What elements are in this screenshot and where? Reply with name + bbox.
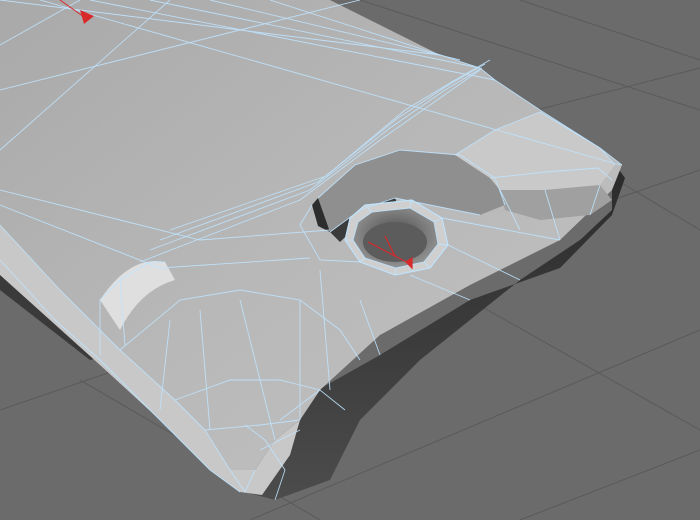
3d-viewport[interactable] — [0, 0, 700, 520]
mesh-top-face — [0, 0, 622, 470]
viewport-canvas[interactable] — [0, 0, 700, 520]
mesh-object[interactable] — [0, 0, 625, 500]
